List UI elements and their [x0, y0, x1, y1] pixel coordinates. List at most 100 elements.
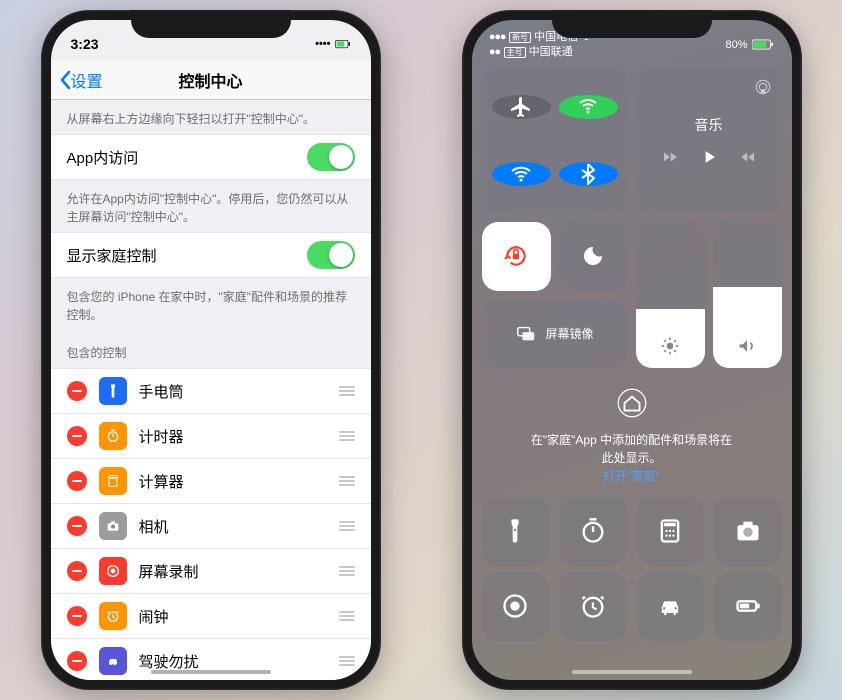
home-control-row[interactable]: 显示家庭控制	[51, 232, 371, 278]
remove-button[interactable]	[67, 516, 87, 536]
control-label: 计时器	[139, 426, 184, 447]
calculator-shortcut[interactable]	[637, 497, 705, 566]
home-indicator[interactable]	[572, 670, 692, 674]
drag-handle-icon[interactable]	[339, 656, 355, 666]
control-row[interactable]: 计算器	[51, 459, 371, 504]
camera-icon	[734, 517, 762, 545]
battery-indicator: 80%	[725, 30, 773, 60]
mirror-label: 屏幕镜像	[545, 325, 593, 342]
status-icons: ••••	[315, 38, 350, 50]
airplane-icon	[509, 95, 533, 119]
home-desc-1: 在"家庭"App 中添加的配件和场景将在	[492, 431, 772, 449]
flashlight-shortcut[interactable]	[482, 497, 550, 566]
cc-grid: 音乐	[472, 60, 792, 376]
controls-list: 手电筒 计时器 计算器 相机 屏幕录制 闹钟	[51, 368, 371, 680]
record-shortcut[interactable]	[482, 572, 550, 641]
music-controls	[661, 147, 757, 167]
control-row[interactable]: 闹钟	[51, 594, 371, 639]
orientation-lock-button[interactable]	[482, 222, 551, 291]
drag-handle-icon[interactable]	[339, 521, 355, 531]
brightness-icon	[660, 336, 680, 356]
lowpower-shortcut[interactable]	[714, 572, 782, 641]
remove-button[interactable]	[67, 606, 87, 626]
home-desc-2: 此处显示。	[492, 449, 772, 467]
car-shortcut[interactable]	[637, 572, 705, 641]
camera-app-icon	[99, 512, 127, 540]
app-access-label: App内访问	[67, 147, 139, 168]
home-indicator[interactable]	[151, 670, 271, 674]
brightness-slider[interactable]	[636, 222, 705, 368]
status-time: 3:23	[71, 36, 99, 52]
car-icon	[656, 592, 684, 620]
battery-icon	[734, 592, 762, 620]
home-control-footer: 包含您的 iPhone 在家中时，"家庭"配件和场景的推荐控制。	[51, 278, 371, 330]
shortcut-row-2	[472, 572, 792, 647]
control-label: 屏幕录制	[139, 561, 199, 582]
calculator-icon	[656, 517, 684, 545]
flashlight-app-icon	[99, 377, 127, 405]
control-label: 闹钟	[139, 606, 169, 627]
control-label: 手电筒	[139, 381, 184, 402]
record-icon	[501, 592, 529, 620]
volume-icon	[737, 336, 757, 356]
control-label: 驾驶勿扰	[139, 651, 199, 672]
wifi-button[interactable]	[492, 162, 551, 186]
back-button[interactable]: 设置	[51, 68, 111, 92]
settings-content[interactable]: 从屏幕右上方边缘向下轻扫以打开"控制中心"。 App内访问 允许在App内访问"…	[51, 100, 371, 680]
timer-shortcut[interactable]	[559, 497, 627, 566]
home-control-label: 显示家庭控制	[67, 245, 157, 266]
drag-handle-icon[interactable]	[339, 566, 355, 576]
alarm-icon	[579, 592, 607, 620]
remove-button[interactable]	[67, 381, 87, 401]
drag-handle-icon[interactable]	[339, 386, 355, 396]
music-module[interactable]: 音乐	[636, 68, 782, 214]
camera-shortcut[interactable]	[714, 497, 782, 566]
remove-button[interactable]	[67, 651, 87, 671]
rewind-icon[interactable]	[661, 148, 679, 166]
alarm-shortcut[interactable]	[559, 572, 627, 641]
remove-button[interactable]	[67, 471, 87, 491]
remove-button[interactable]	[67, 561, 87, 581]
cellular-button[interactable]	[559, 95, 618, 119]
control-row[interactable]: 手电筒	[51, 368, 371, 414]
notch	[131, 10, 291, 38]
airplane-button[interactable]	[492, 95, 551, 119]
control-row[interactable]: 计时器	[51, 414, 371, 459]
control-row[interactable]: 屏幕录制	[51, 549, 371, 594]
bluetooth-icon	[576, 162, 600, 186]
control-row[interactable]: 相机	[51, 504, 371, 549]
music-label: 音乐	[695, 115, 723, 135]
back-label: 设置	[71, 68, 103, 92]
app-access-toggle[interactable]	[307, 143, 355, 171]
dnd-button[interactable]	[559, 222, 628, 291]
control-label: 计算器	[139, 471, 184, 492]
phone-control-center: ⦁⦁⦁ 新号 中国电信 ᯤ ⦁⦁ 主号 中国联通 80%	[462, 10, 802, 690]
home-control-toggle[interactable]	[307, 241, 355, 269]
home-section: 在"家庭"App 中添加的配件和场景将在 此处显示。 打开"家庭"	[472, 376, 792, 497]
moon-icon	[581, 244, 605, 268]
drag-handle-icon[interactable]	[339, 611, 355, 621]
timer-app-icon	[99, 422, 127, 450]
mirror-icon	[515, 322, 537, 344]
forward-icon[interactable]	[739, 148, 757, 166]
calculator-app-icon	[99, 467, 127, 495]
drag-handle-icon[interactable]	[339, 431, 355, 441]
drag-handle-icon[interactable]	[339, 476, 355, 486]
open-home-link[interactable]: 打开"家庭"	[492, 467, 772, 485]
connectivity-module[interactable]	[482, 68, 628, 214]
screen-mirror-button[interactable]: 屏幕镜像	[482, 299, 628, 368]
flashlight-icon	[501, 517, 529, 545]
play-icon[interactable]	[699, 147, 719, 167]
top-hint: 从屏幕右上方边缘向下轻扫以打开"控制中心"。	[51, 100, 371, 134]
volume-slider[interactable]	[713, 222, 782, 368]
battery-pct: 80%	[725, 38, 747, 52]
chevron-left-icon	[59, 70, 71, 90]
app-access-row[interactable]: App内访问	[51, 134, 371, 180]
car-app-icon	[99, 647, 127, 675]
shortcut-row-1	[472, 497, 792, 572]
home-icon	[617, 388, 647, 418]
included-header: 包含的控制	[51, 330, 371, 368]
remove-button[interactable]	[67, 426, 87, 446]
cellular-icon	[576, 95, 600, 119]
bluetooth-button[interactable]	[559, 162, 618, 186]
